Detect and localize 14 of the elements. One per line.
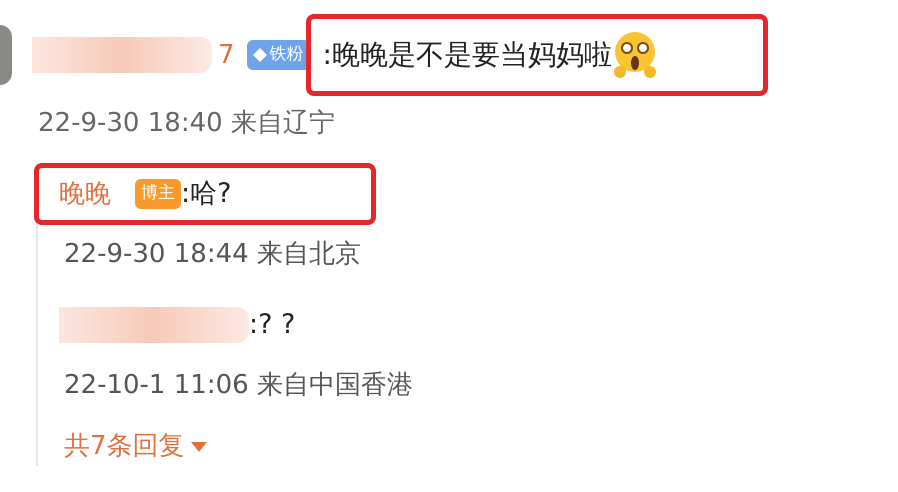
more-replies-link[interactable]: 共7条回复 bbox=[64, 427, 207, 466]
reply-time: 22-9-30 18:44 来自北京 bbox=[64, 238, 361, 271]
reply-text: :哈? bbox=[181, 176, 232, 211]
caret-icon bbox=[190, 442, 207, 452]
author-badge: 博主 bbox=[135, 179, 181, 209]
diamond-icon bbox=[252, 48, 267, 62]
emoji-icon bbox=[612, 30, 658, 80]
reply-time: 22-10-1 11:06 来自中国香港 bbox=[64, 369, 413, 402]
avatar[interactable] bbox=[0, 25, 12, 85]
username[interactable]: 7 bbox=[218, 36, 235, 74]
username[interactable]: 晚晚 bbox=[59, 174, 111, 214]
reply-text: :? ? bbox=[249, 308, 296, 342]
comment-text: :晚晚是不是要当妈妈啦 bbox=[322, 37, 612, 73]
comment-time: 22-9-30 18:40 来自辽宁 bbox=[38, 107, 336, 140]
